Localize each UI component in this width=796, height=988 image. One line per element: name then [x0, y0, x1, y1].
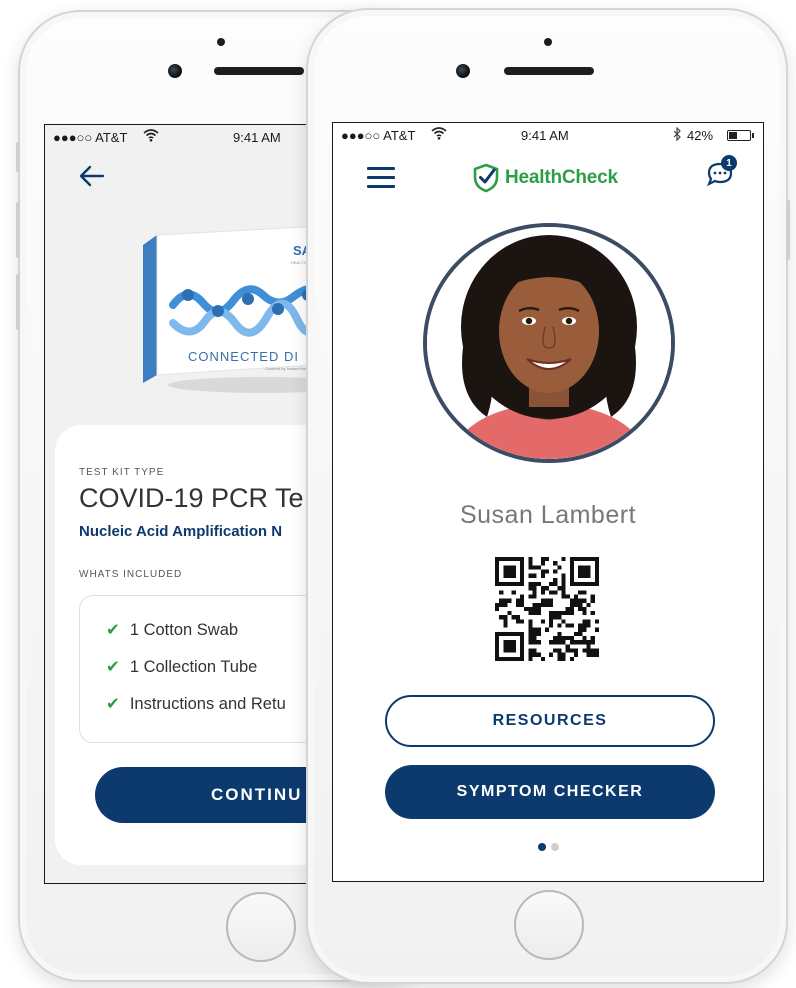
test-kit-subtitle: Nucleic Acid Amplification N: [79, 523, 283, 540]
mute-switch: [16, 142, 20, 172]
menu-icon[interactable]: [367, 167, 395, 189]
status-bar: ●●●○○ AT&T 9:41 AM 42%: [333, 123, 763, 147]
status-time: 9:41 AM: [521, 128, 569, 143]
front-camera: [168, 64, 182, 78]
profile-photo: [427, 227, 671, 459]
power-button: [786, 200, 790, 260]
checkmark-icon: ✔: [106, 695, 120, 713]
included-item-label: 1 Collection Tube: [129, 658, 258, 676]
symptom-checker-button[interactable]: SYMPTOM CHECKER: [385, 765, 715, 819]
volume-up-button: [16, 202, 20, 258]
avatar: [423, 223, 675, 463]
home-button: [226, 892, 296, 962]
front-screen: ●●●○○ AT&T 9:41 AM 42% HealthCheck 1 Sus…: [332, 122, 764, 882]
front-camera: [456, 64, 470, 78]
earpiece-speaker: [504, 67, 594, 75]
test-kit-title: COVID-19 PCR Te: [79, 483, 304, 513]
volume-down-button: [16, 274, 20, 330]
proximity-sensor: [217, 38, 225, 46]
included-item-label: 1 Cotton Swab: [129, 621, 239, 639]
proximity-sensor: [544, 38, 552, 46]
shield-check-icon: [473, 163, 499, 193]
box-label: CONNECTED DI: [188, 349, 299, 364]
included-item-label: Instructions and Retu: [129, 695, 286, 713]
page-dot[interactable]: [550, 843, 559, 851]
home-button: [514, 890, 584, 960]
carrier-label: ●●●○○ AT&T: [53, 130, 128, 145]
resources-button[interactable]: RESOURCES: [385, 695, 715, 747]
status-time: 9:41 AM: [233, 130, 281, 145]
checkmark-icon: ✔: [106, 621, 120, 639]
wifi-icon: [143, 128, 159, 145]
page-indicator: [333, 843, 763, 851]
front-phone: ●●●○○ AT&T 9:41 AM 42% HealthCheck 1 Sus…: [306, 8, 790, 984]
page-dot[interactable]: [537, 843, 546, 851]
battery-level-fill: [729, 132, 737, 139]
list-item: ✔ Instructions and Retu: [106, 694, 286, 714]
battery-percent: 42%: [687, 128, 714, 143]
list-item: ✔ 1 Collection Tube: [106, 657, 257, 677]
user-name: Susan Lambert: [459, 501, 637, 529]
whats-included-label: WHATS INCLUDED: [79, 569, 183, 580]
wifi-icon: [431, 126, 447, 143]
carrier-label: ●●●○○ AT&T: [341, 128, 416, 143]
bluetooth-icon: [673, 126, 682, 144]
earpiece-speaker: [214, 67, 304, 75]
qr-code: [495, 557, 599, 661]
brand-logo: HealthCheck: [473, 161, 618, 195]
list-item: ✔ 1 Cotton Swab: [106, 620, 238, 640]
brand-name: HealthCheck: [505, 167, 618, 188]
back-arrow-icon[interactable]: [79, 165, 105, 187]
notification-badge: 1: [721, 155, 737, 171]
checkmark-icon: ✔: [106, 658, 120, 676]
test-kit-type-label: TEST KIT TYPE: [79, 467, 165, 478]
battery-icon: [727, 130, 754, 141]
